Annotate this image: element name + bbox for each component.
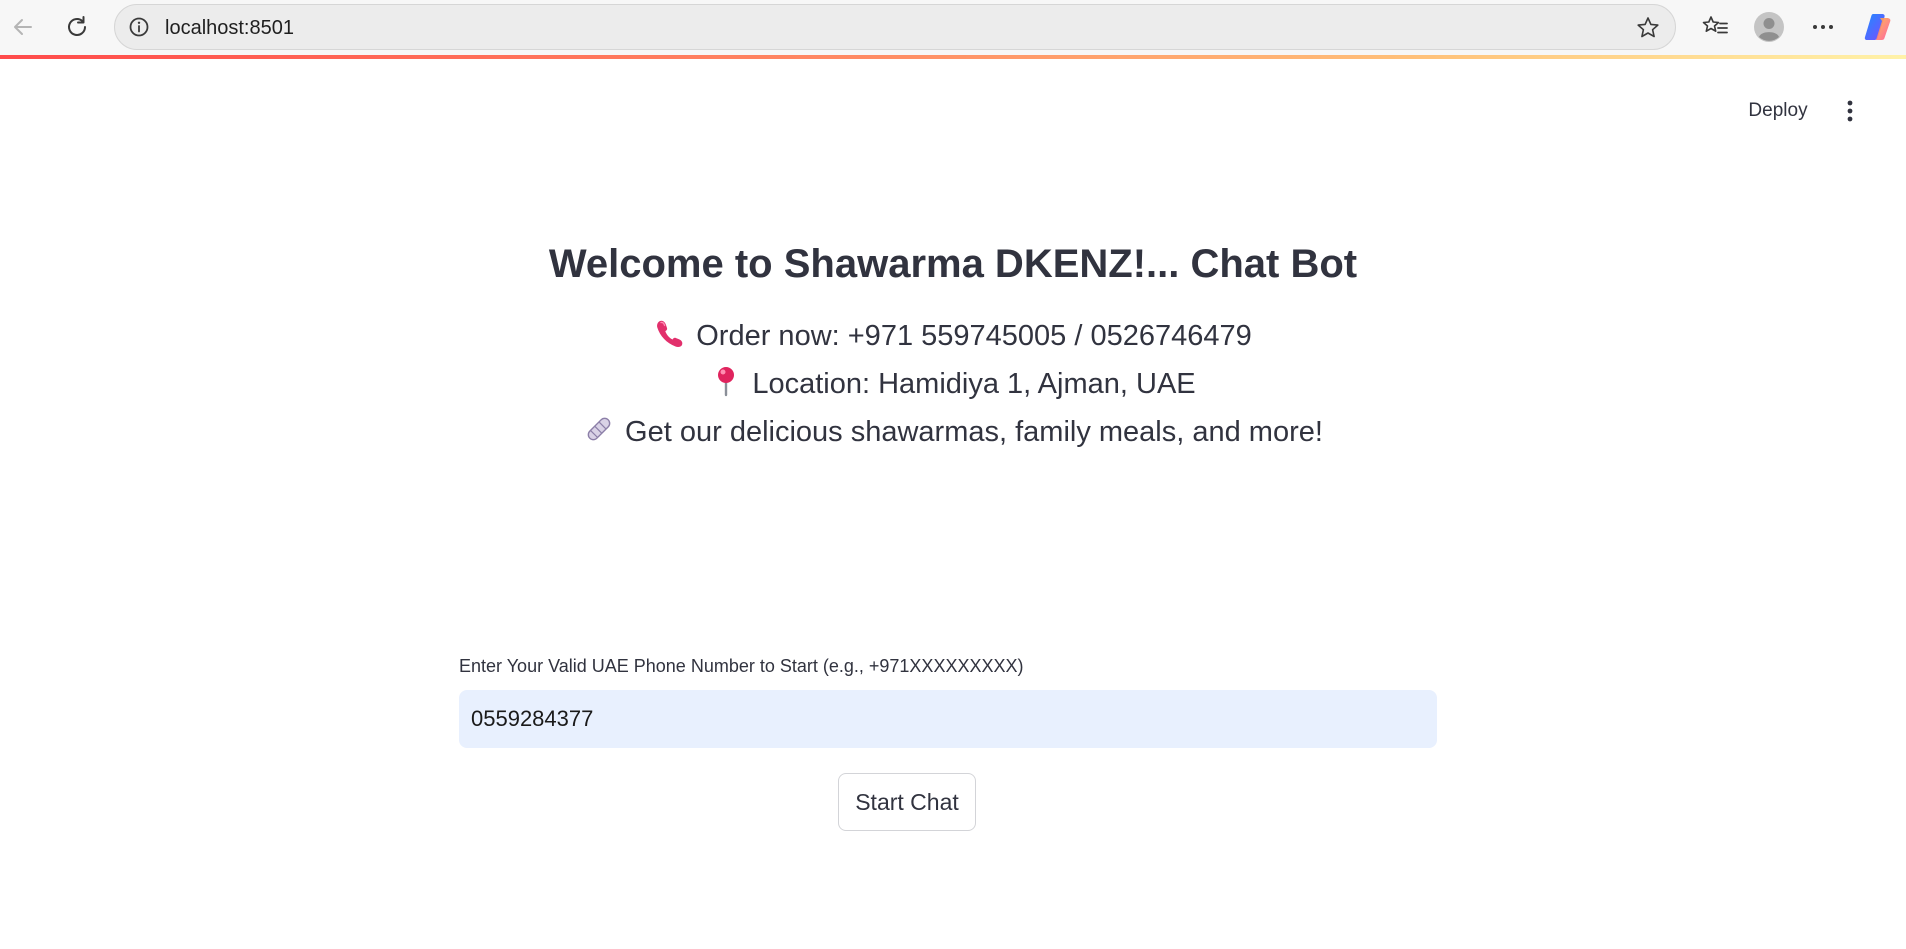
profile-button[interactable] xyxy=(1752,10,1786,44)
site-info-icon[interactable] xyxy=(128,16,150,38)
wrap-icon xyxy=(587,417,611,441)
more-options-icon xyxy=(1813,25,1833,29)
copilot-button[interactable] xyxy=(1861,10,1895,44)
main-menu-button[interactable] xyxy=(1836,93,1864,129)
order-line: Order now: +971 559745005 / 0526746479 xyxy=(0,316,1906,356)
more-options-button[interactable] xyxy=(1806,10,1840,44)
favorite-star-icon[interactable] xyxy=(1635,15,1661,41)
telephone-icon xyxy=(657,320,683,347)
favorites-list-button[interactable] xyxy=(1698,10,1732,44)
reload-icon xyxy=(68,16,86,36)
page-loading-bar xyxy=(0,55,1906,59)
location-line: Location: Hamidiya 1, Ajman, UAE xyxy=(0,364,1906,404)
deploy-button[interactable]: Deploy xyxy=(1736,92,1820,130)
back-button[interactable] xyxy=(6,10,40,44)
pushpin-icon xyxy=(718,367,735,397)
order-text: Order now: +971 559745005 / 0526746479 xyxy=(696,320,1252,352)
tagline-line: Get our delicious shawarmas, family meal… xyxy=(0,412,1906,452)
favorites-list-icon xyxy=(1702,16,1728,34)
reload-button[interactable] xyxy=(60,10,94,44)
kebab-menu-icon xyxy=(1847,100,1853,122)
page-title: Welcome to Shawarma DKENZ!... Chat Bot xyxy=(548,242,1358,286)
address-bar[interactable]: localhost:8501 xyxy=(114,4,1676,50)
address-url[interactable]: localhost:8501 xyxy=(165,17,294,39)
browser-toolbar: localhost:8501 xyxy=(0,0,1906,55)
start-chat-button[interactable]: Start Chat xyxy=(838,773,976,831)
phone-field-label: Enter Your Valid UAE Phone Number to Sta… xyxy=(459,656,1024,676)
phone-number-input[interactable] xyxy=(459,690,1437,748)
profile-avatar-icon xyxy=(1754,12,1784,42)
back-icon xyxy=(14,19,32,35)
location-text: Location: Hamidiya 1, Ajman, UAE xyxy=(752,368,1196,400)
copilot-icon xyxy=(1864,14,1891,40)
tagline-text: Get our delicious shawarmas, family meal… xyxy=(625,416,1323,448)
